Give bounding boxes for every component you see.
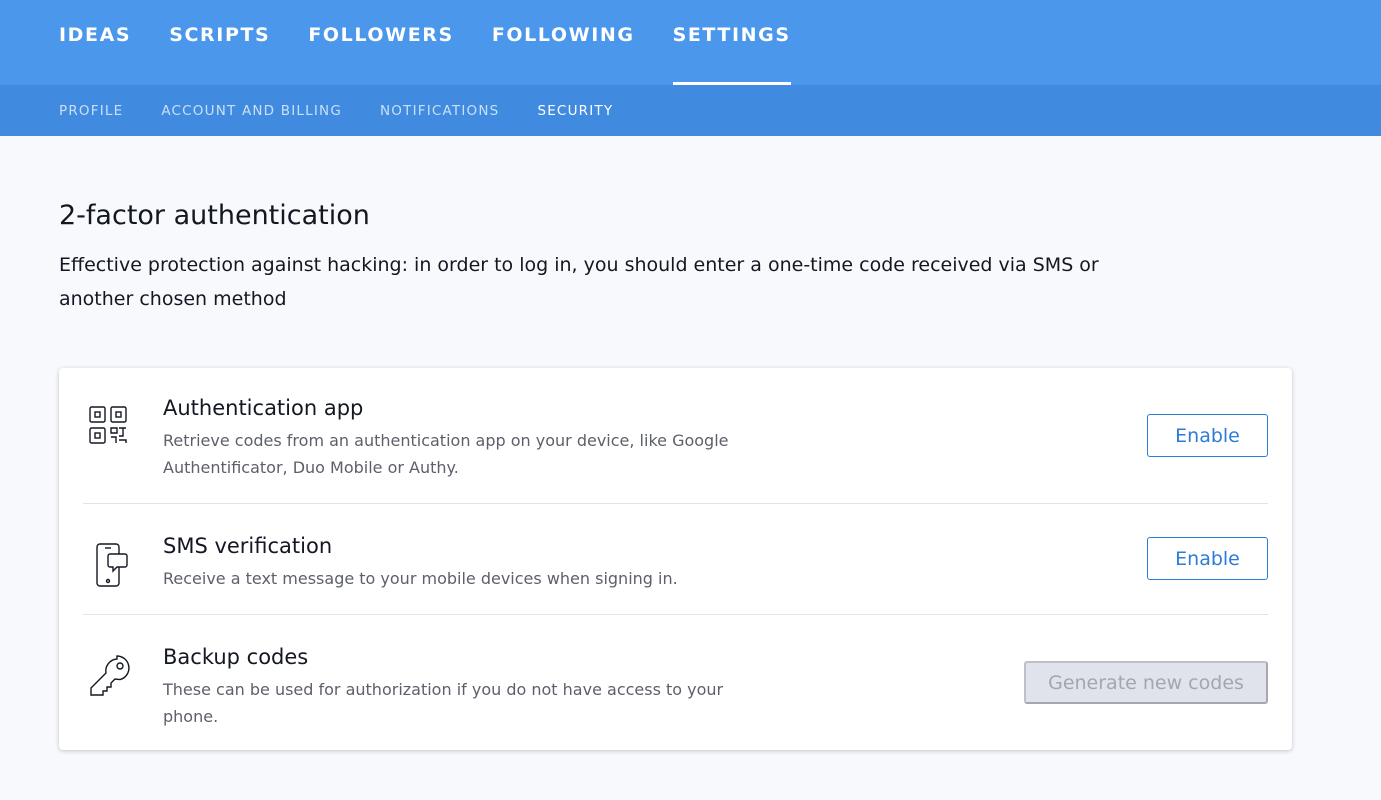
subtab-notifications[interactable]: NOTIFICATIONS bbox=[380, 103, 499, 119]
subtab-profile[interactable]: PROFILE bbox=[59, 103, 123, 119]
tab-ideas[interactable]: IDEAS bbox=[59, 0, 131, 85]
method-description: Receive a text message to your mobile de… bbox=[163, 569, 678, 588]
subtab-account-and-billing[interactable]: ACCOUNT AND BILLING bbox=[161, 103, 342, 119]
main-content: 2-factor authentication Effective protec… bbox=[0, 136, 1381, 750]
phone-message-icon bbox=[83, 534, 163, 594]
tab-followers[interactable]: FOLLOWERS bbox=[308, 0, 453, 85]
tab-settings[interactable]: SETTINGS bbox=[672, 0, 791, 85]
method-backup-codes: Backup codes These can be used for autho… bbox=[83, 615, 1268, 750]
top-navigation: IDEAS SCRIPTS FOLLOWERS FOLLOWING SETTIN… bbox=[0, 0, 1381, 85]
section-title: 2-factor authentication bbox=[59, 200, 370, 231]
tab-scripts[interactable]: SCRIPTS bbox=[169, 0, 270, 85]
method-description: Retrieve codes from an authentication ap… bbox=[163, 431, 729, 477]
method-title: Authentication app bbox=[163, 396, 364, 420]
qr-code-icon bbox=[83, 396, 163, 452]
generate-new-codes-button[interactable]: Generate new codes bbox=[1024, 661, 1268, 704]
method-sms-verification: SMS verification Receive a text message … bbox=[83, 504, 1268, 615]
method-description: These can be used for authorization if y… bbox=[163, 680, 724, 726]
subtab-security[interactable]: SECURITY bbox=[537, 103, 613, 119]
method-authentication-app: Authentication app Retrieve codes from a… bbox=[83, 368, 1268, 504]
enable-sms-verification-button[interactable]: Enable bbox=[1147, 537, 1268, 580]
settings-subnavigation: PROFILE ACCOUNT AND BILLING NOTIFICATION… bbox=[0, 85, 1381, 136]
two-factor-methods-card: Authentication app Retrieve codes from a… bbox=[59, 368, 1292, 750]
section-description: Effective protection against hacking: in… bbox=[59, 254, 1099, 310]
enable-authentication-app-button[interactable]: Enable bbox=[1147, 414, 1268, 457]
method-title: SMS verification bbox=[163, 534, 333, 558]
tab-following[interactable]: FOLLOWING bbox=[492, 0, 635, 85]
key-icon bbox=[83, 645, 163, 703]
